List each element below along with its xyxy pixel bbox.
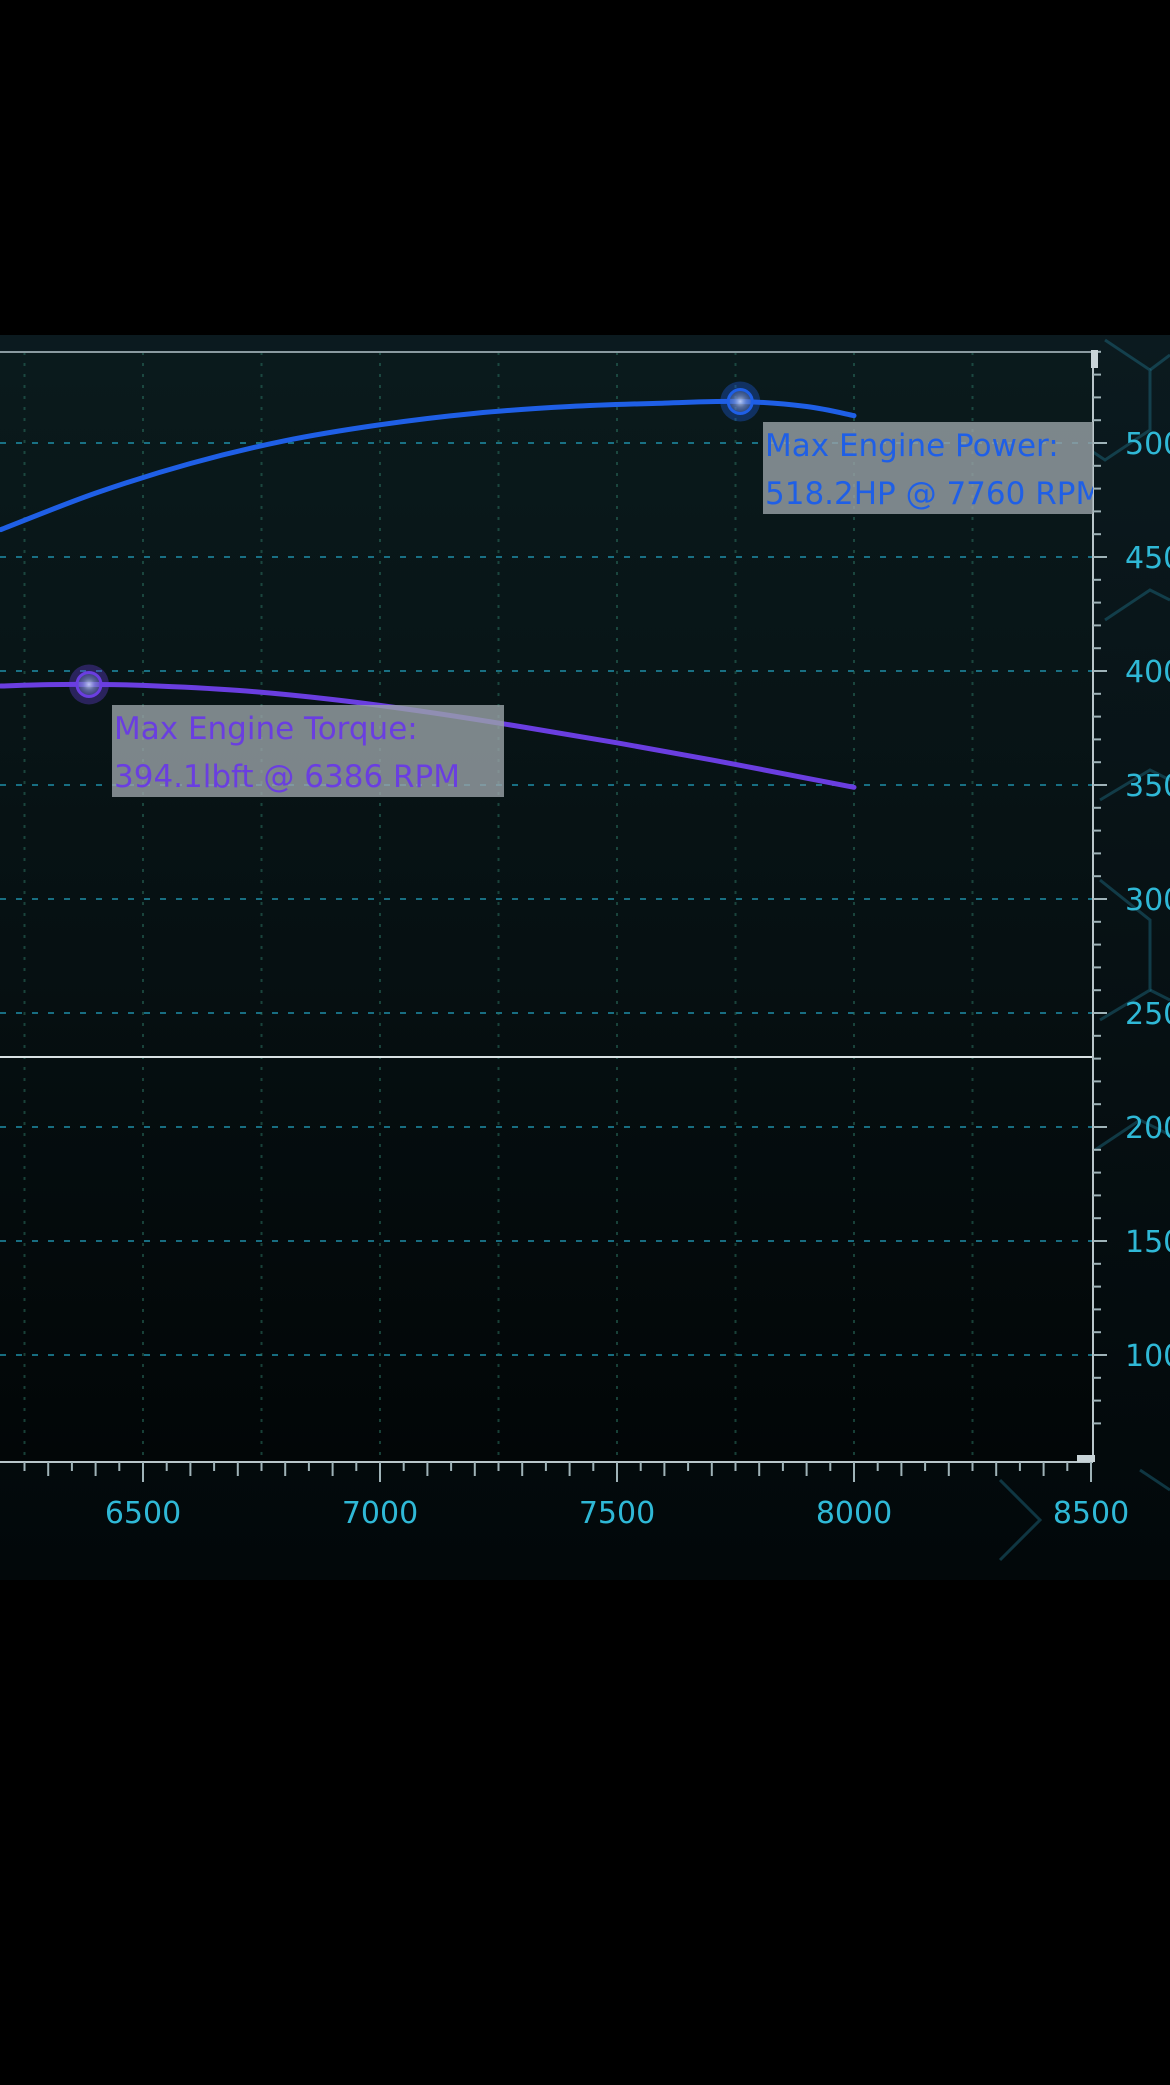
x-tick-label: 8000 — [816, 1496, 892, 1531]
y-tick-label: 300 — [1125, 883, 1170, 918]
y-tick-label: 350 — [1125, 769, 1170, 804]
power-max-marker — [726, 388, 754, 416]
torque-label-line2: 394.1lbft @ 6386 RPM — [114, 759, 460, 795]
x-tick-label: 7000 — [342, 1496, 418, 1531]
y-tick-label: 150 — [1125, 1225, 1170, 1260]
x-tick-label: 8500 — [1053, 1496, 1129, 1531]
torque-max-marker — [75, 670, 103, 698]
y-tick-label: 250 — [1125, 997, 1170, 1032]
y-tick-label: 450 — [1125, 541, 1170, 576]
y-tick-label: 100 — [1125, 1339, 1170, 1374]
y-tick-label: 400 — [1125, 655, 1170, 690]
y-tick-label: 200 — [1125, 1111, 1170, 1146]
x-tick-label: 7500 — [579, 1496, 655, 1531]
plot-area — [0, 352, 1093, 1462]
power-label-line2: 518.2HP @ 7760 RPM — [765, 476, 1102, 512]
axis-end-marker-top — [1091, 350, 1098, 368]
chart-svg: 100 150 200 250 300 350 400 450 500 6500 7000 7500 8… — [0, 335, 1170, 1580]
y-tick-label: 500 — [1125, 427, 1170, 462]
torque-label-line1: Max Engine Torque: — [114, 711, 418, 747]
power-label-line1: Max Engine Power: — [765, 428, 1059, 464]
x-tick-label: 6500 — [105, 1496, 181, 1531]
axis-end-marker-bottom — [1077, 1455, 1095, 1462]
dyno-chart: 100 150 200 250 300 350 400 450 500 6500 7000 7500 8… — [0, 0, 1170, 2080]
